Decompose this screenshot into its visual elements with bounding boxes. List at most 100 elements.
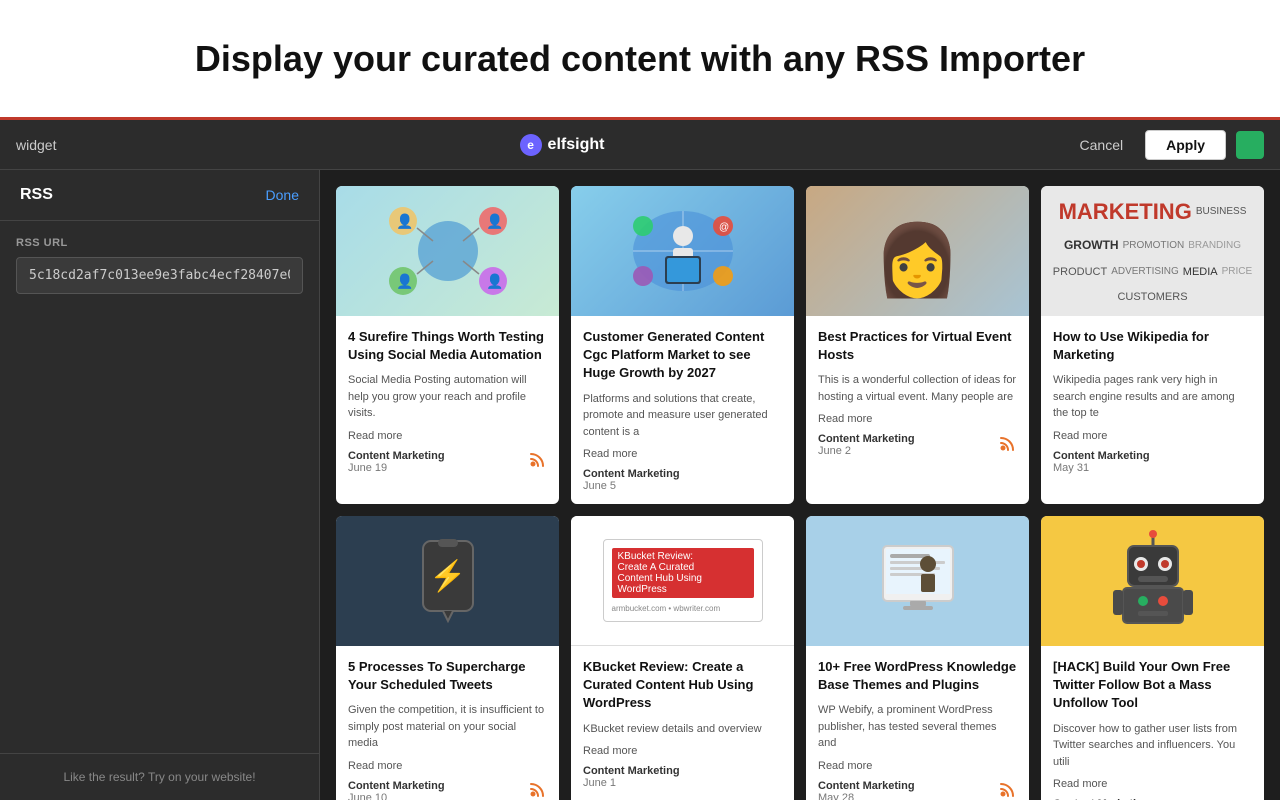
card-category: Content Marketing xyxy=(818,780,915,792)
card-item[interactable]: 👤 👤 👤 👤 4 Surefire Things Worth Testing … xyxy=(336,186,559,504)
card-footer: Content Marketing June 19 xyxy=(348,450,547,474)
card-description: Given the competition, it is insufficien… xyxy=(348,702,547,752)
card-description: This is a wonderful collection of ideas … xyxy=(818,372,1017,405)
sidebar-bottom-text: Like the result? Try on your website! xyxy=(0,753,319,800)
card-item[interactable]: MARKETING BUSINESS GROWTH PROMOTION BRAN… xyxy=(1041,186,1264,504)
card-title: Customer Generated Content Cgc Platform … xyxy=(583,328,782,383)
card-item[interactable]: @ Customer Generated Content Cgc Platfor… xyxy=(571,186,794,504)
card-category: Content Marketing xyxy=(348,780,445,792)
card-footer: Content Marketing May 31 xyxy=(1053,450,1252,474)
card-description: Social Media Posting automation will hel… xyxy=(348,372,547,422)
card-body-1: 4 Surefire Things Worth Testing Using So… xyxy=(336,316,559,486)
card-item[interactable]: 👩 Best Practices for Virtual Event Hosts… xyxy=(806,186,1029,504)
card-body-5: 5 Processes To Supercharge Your Schedule… xyxy=(336,646,559,800)
banner-title: Display your curated content with any RS… xyxy=(195,38,1085,80)
card-title: 5 Processes To Supercharge Your Schedule… xyxy=(348,658,547,694)
card-body-6: KBucket Review: Create a Curated Content… xyxy=(571,646,794,800)
card-item[interactable]: ⚡ 5 Processes To Supercharge Your Schedu… xyxy=(336,516,559,800)
card-footer: Content Marketing May 28 xyxy=(818,780,1017,800)
widget-label: widget xyxy=(16,137,56,153)
card-description: KBucket review details and overview xyxy=(583,721,782,738)
card-date: June 1 xyxy=(583,777,680,789)
card-date: June 5 xyxy=(583,480,680,492)
svg-text:👤: 👤 xyxy=(486,213,503,230)
card-read-more[interactable]: Read more xyxy=(583,745,782,757)
sidebar-content: RSS URL xyxy=(0,221,319,753)
sidebar-title: RSS xyxy=(20,186,53,204)
card-image-3: 👩 xyxy=(806,186,1029,316)
rss-icon xyxy=(999,434,1017,457)
card-read-more[interactable]: Read more xyxy=(1053,430,1252,442)
card-category: Content Marketing xyxy=(1053,450,1150,462)
svg-text:👤: 👤 xyxy=(396,213,413,230)
card-title: [HACK] Build Your Own Free Twitter Follo… xyxy=(1053,658,1252,713)
card-category: Content Marketing xyxy=(583,468,680,480)
card-footer: Content Marketing June 2 xyxy=(818,433,1017,457)
card-title: How to Use Wikipedia for Marketing xyxy=(1053,328,1252,364)
cards-grid: 👤 👤 👤 👤 4 Surefire Things Worth Testing … xyxy=(336,186,1264,800)
card-image-6: KBucket Review:Create A CuratedContent H… xyxy=(571,516,794,646)
card-date: May 31 xyxy=(1053,462,1150,474)
card-footer: Content Marketing June 1 xyxy=(583,765,782,789)
card-category: Content Marketing xyxy=(348,450,445,462)
card-title: KBucket Review: Create a Curated Content… xyxy=(583,658,782,713)
logo-area: e elfsight xyxy=(520,134,605,156)
rss-icon xyxy=(999,780,1017,800)
card-read-more[interactable]: Read more xyxy=(583,448,782,460)
svg-text:👤: 👤 xyxy=(396,273,413,290)
card-image-5: ⚡ xyxy=(336,516,559,646)
apply-button[interactable]: Apply xyxy=(1145,130,1226,160)
top-banner: Display your curated content with any RS… xyxy=(0,0,1280,120)
elfsight-icon: e xyxy=(520,134,542,156)
card-description: WP Webify, a prominent WordPress publish… xyxy=(818,702,1017,752)
elfsight-logo: e elfsight xyxy=(520,134,605,156)
card-body-2: Customer Generated Content Cgc Platform … xyxy=(571,316,794,504)
card-read-more[interactable]: Read more xyxy=(348,430,547,442)
sidebar-done-button[interactable]: Done xyxy=(266,187,299,203)
rss-url-input[interactable] xyxy=(16,257,303,294)
card-read-more[interactable]: Read more xyxy=(348,760,547,772)
card-item[interactable]: 10+ Free WordPress Knowledge Base Themes… xyxy=(806,516,1029,800)
card-date: May 28 xyxy=(818,792,915,800)
sidebar: RSS Done RSS URL Like the result? Try on… xyxy=(0,170,320,800)
card-category: Content Marketing xyxy=(818,433,915,445)
card-category: Content Marketing xyxy=(583,765,680,777)
card-body-7: 10+ Free WordPress Knowledge Base Themes… xyxy=(806,646,1029,800)
rss-url-label: RSS URL xyxy=(16,237,303,249)
cancel-button[interactable]: Cancel xyxy=(1068,131,1136,159)
svg-text:@: @ xyxy=(719,222,729,233)
card-footer: Content Marketing June 5 xyxy=(583,468,782,492)
card-title: Best Practices for Virtual Event Hosts xyxy=(818,328,1017,364)
card-title: 4 Surefire Things Worth Testing Using So… xyxy=(348,328,547,364)
green-button[interactable] xyxy=(1236,131,1264,159)
card-read-more[interactable]: Read more xyxy=(1053,778,1252,790)
toolbar-actions: Cancel Apply xyxy=(1068,130,1264,160)
card-date: June 19 xyxy=(348,462,445,474)
rss-icon xyxy=(529,780,547,800)
card-image-8 xyxy=(1041,516,1264,646)
main-layout: RSS Done RSS URL Like the result? Try on… xyxy=(0,170,1280,800)
card-image-1: 👤 👤 👤 👤 xyxy=(336,186,559,316)
card-footer: Content Marketing June 10 xyxy=(348,780,547,800)
card-title: 10+ Free WordPress Knowledge Base Themes… xyxy=(818,658,1017,694)
card-body-8: [HACK] Build Your Own Free Twitter Follo… xyxy=(1041,646,1264,800)
card-image-2: @ xyxy=(571,186,794,316)
logo-text: elfsight xyxy=(548,136,605,154)
svg-text:👤: 👤 xyxy=(486,273,503,290)
card-read-more[interactable]: Read more xyxy=(818,760,1017,772)
card-body-4: How to Use Wikipedia for Marketing Wikip… xyxy=(1041,316,1264,486)
card-description: Wikipedia pages rank very high in search… xyxy=(1053,372,1252,422)
card-image-7 xyxy=(806,516,1029,646)
card-date: June 2 xyxy=(818,445,915,457)
svg-text:⚡: ⚡ xyxy=(429,558,466,594)
card-item[interactable]: [HACK] Build Your Own Free Twitter Follo… xyxy=(1041,516,1264,800)
card-read-more[interactable]: Read more xyxy=(818,413,1017,425)
content-area: 👤 👤 👤 👤 4 Surefire Things Worth Testing … xyxy=(320,170,1280,800)
card-image-4: MARKETING BUSINESS GROWTH PROMOTION BRAN… xyxy=(1041,186,1264,316)
sidebar-header: RSS Done xyxy=(0,170,319,221)
toolbar: widget e elfsight Cancel Apply xyxy=(0,120,1280,170)
card-item[interactable]: KBucket Review:Create A CuratedContent H… xyxy=(571,516,794,800)
card-description: Discover how to gather user lists from T… xyxy=(1053,721,1252,771)
card-description: Platforms and solutions that create, pro… xyxy=(583,391,782,441)
rss-icon xyxy=(529,450,547,473)
